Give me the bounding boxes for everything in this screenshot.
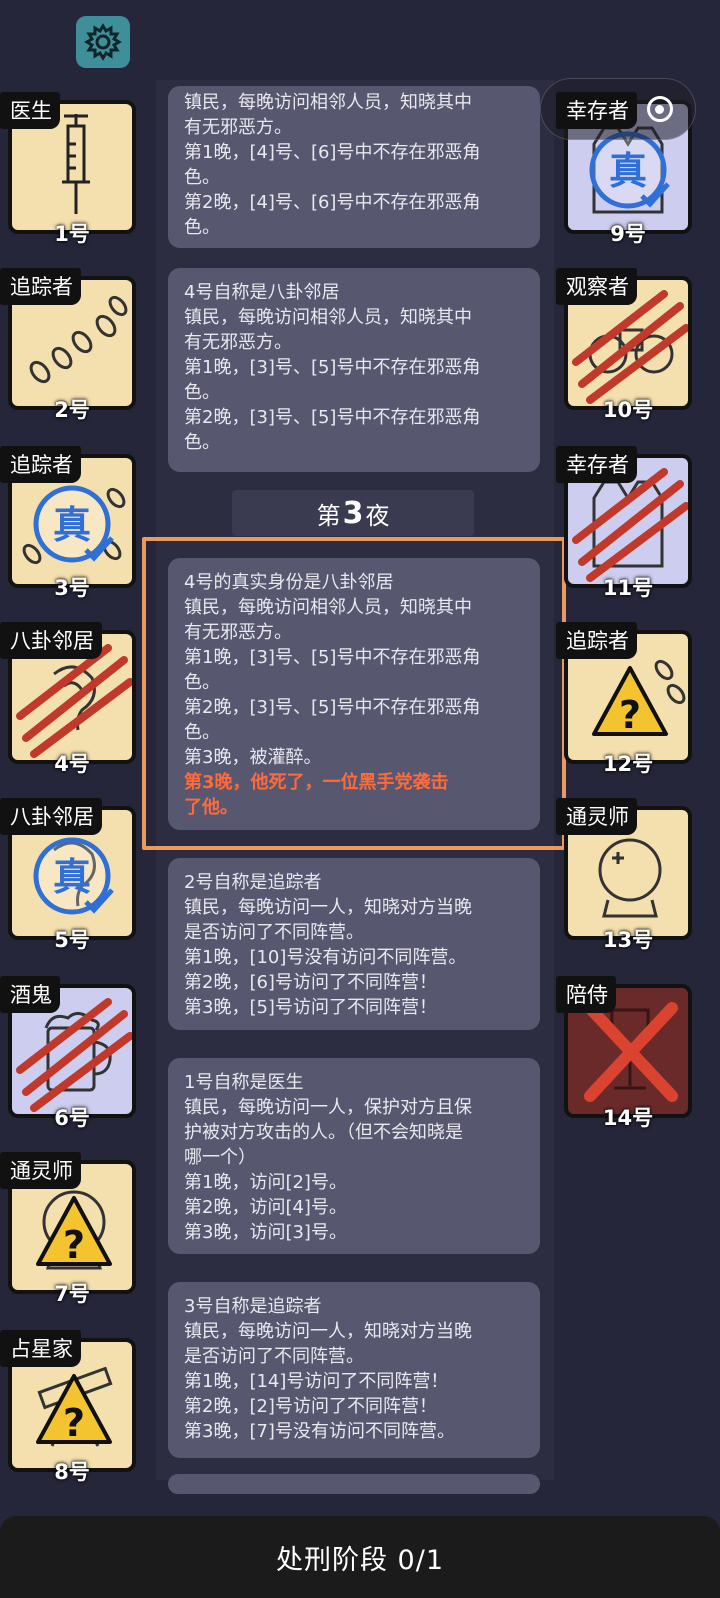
- log-line: 镇民，每晚访问相邻人员，知晓其中: [184, 307, 472, 328]
- log-line: 第1晚，[3]号、[5]号中不存在邪恶角: [184, 357, 481, 378]
- log-line: 第2晚，[2]号访问了不同阵营！: [184, 1396, 437, 1417]
- player-card-2[interactable]: 追踪者 2号: [0, 268, 138, 422]
- role-label: 观察者: [556, 268, 637, 305]
- log-entry: 镇民，每晚访问相邻人员，知晓其中 有无邪恶方。 第1晚，[4]号、[6]号中不存…: [168, 86, 540, 248]
- log-line: 第2晚，访问[4]号。: [184, 1197, 347, 1218]
- record-icon[interactable]: [646, 96, 673, 122]
- svg-text:真: 真: [609, 149, 647, 193]
- role-label: 幸存者: [556, 92, 637, 129]
- player-card-11[interactable]: 幸存者 11号: [556, 446, 694, 600]
- player-card-4[interactable]: 八卦邻居 4号: [0, 622, 138, 776]
- log-line: 色。: [184, 217, 220, 238]
- log-line: 镇民，每晚访问一人，知晓对方当晚: [184, 897, 472, 918]
- player-number: 4号: [54, 752, 90, 776]
- execution-phase-label: 处刑阶段 0/1: [275, 1544, 445, 1576]
- log-line: 镇民，每晚访问相邻人员，知晓其中: [184, 92, 472, 113]
- player-number: 13号: [602, 928, 654, 952]
- log-entry: 2号自称是追踪者 镇民，每晚访问一人，知晓对方当晚 是否访问了不同阵营。 第1晚…: [168, 858, 540, 1030]
- player-card-1[interactable]: 医生 1号: [0, 92, 138, 246]
- log-line: 4号自称是八卦邻居: [184, 282, 340, 303]
- player-number: 10号: [602, 398, 654, 422]
- log-entry: [168, 1474, 540, 1494]
- role-label: 酒鬼: [0, 976, 60, 1013]
- role-label: 医生: [0, 92, 60, 129]
- player-number: 3号: [54, 576, 90, 600]
- player-number: 12号: [602, 752, 654, 776]
- role-label: 陪侍: [556, 976, 616, 1013]
- log-line: 第2晚，[4]号、[6]号中不存在邪恶角: [184, 192, 481, 213]
- player-number: 14号: [602, 1106, 654, 1130]
- log-line: 第1晚，[10]号没有访问不同阵营。: [184, 947, 467, 968]
- log-line: 是否访问了不同阵营。: [184, 1346, 364, 1367]
- log-line: 第1晚，访问[2]号。: [184, 1172, 347, 1193]
- night-header: 第3夜: [232, 490, 474, 536]
- player-number: 5号: [54, 928, 90, 952]
- log-line: 有无邪恶方。: [184, 332, 292, 353]
- player-card-12[interactable]: ? 追踪者 12号: [556, 622, 694, 776]
- svg-text:?: ?: [619, 693, 641, 737]
- log-entry: 3号自称是追踪者 镇民，每晚访问一人，知晓对方当晚 是否访问了不同阵营。 第1晚…: [168, 1282, 540, 1458]
- role-label: 追踪者: [0, 446, 81, 483]
- log-line: 第2晚，[6]号访问了不同阵营！: [184, 972, 437, 993]
- player-card-13[interactable]: 通灵师 13号: [556, 798, 694, 952]
- log-line: 第3晚，[7]号没有访问不同阵营。: [184, 1421, 455, 1442]
- svg-text:?: ?: [63, 1401, 85, 1445]
- log-line: 色。: [184, 167, 220, 188]
- log-line: 第3晚，[5]号访问了不同阵营！: [184, 997, 437, 1018]
- role-label: 通灵师: [556, 798, 637, 835]
- log-line: 第1晚，[4]号、[6]号中不存在邪恶角: [184, 142, 481, 163]
- svg-text:?: ?: [63, 1223, 85, 1267]
- gear-icon: [84, 23, 122, 61]
- player-number: 2号: [54, 398, 90, 422]
- log-line: 2号自称是追踪者: [184, 872, 322, 893]
- role-label: 八卦邻居: [0, 798, 102, 835]
- log-line: 3号自称是追踪者: [184, 1296, 322, 1317]
- log-line: 镇民，每晚访问一人，保护对方且保: [184, 1097, 472, 1118]
- role-label: 八卦邻居: [0, 622, 102, 659]
- player-card-10[interactable]: 观察者 10号: [556, 268, 694, 422]
- log-entry: 1号自称是医生 镇民，每晚访问一人，保护对方且保 护被对方攻击的人。（但不会知晓…: [168, 1058, 540, 1254]
- log-line: 护被对方攻击的人。（但不会知晓是: [184, 1122, 463, 1143]
- player-card-8[interactable]: ? 占星家 8号: [0, 1330, 138, 1484]
- role-label: 通灵师: [0, 1152, 81, 1189]
- highlight-frame: [142, 537, 566, 850]
- settings-button[interactable]: [76, 16, 130, 68]
- role-label: 追踪者: [0, 268, 81, 305]
- log-line: 哪一个）: [184, 1147, 256, 1168]
- role-label: 幸存者: [556, 446, 637, 483]
- player-number: 11号: [602, 576, 654, 600]
- execution-phase-bar[interactable]: 处刑阶段 0/1: [0, 1516, 720, 1598]
- log-line: 是否访问了不同阵营。: [184, 922, 364, 943]
- player-card-14[interactable]: 陪侍 14号: [556, 976, 694, 1130]
- log-line: 色。: [184, 432, 220, 453]
- player-card-6[interactable]: 酒鬼 6号: [0, 976, 138, 1130]
- log-line: 色。: [184, 382, 220, 403]
- player-card-7[interactable]: ? 通灵师 7号: [0, 1152, 138, 1306]
- player-number: 1号: [54, 222, 90, 246]
- player-number: 7号: [54, 1282, 90, 1306]
- log-line: 有无邪恶方。: [184, 117, 292, 138]
- player-number: 9号: [610, 222, 646, 246]
- log-entry: 4号自称是八卦邻居 镇民，每晚访问相邻人员，知晓其中 有无邪恶方。 第1晚，[3…: [168, 268, 540, 472]
- night-number: 3: [342, 495, 364, 531]
- log-line: 镇民，每晚访问一人，知晓对方当晚: [184, 1321, 472, 1342]
- svg-text:真: 真: [53, 855, 91, 899]
- player-number: 6号: [54, 1106, 90, 1130]
- player-card-5[interactable]: 真 八卦邻居 5号: [0, 798, 138, 952]
- player-card-3[interactable]: 真 追踪者 3号: [0, 446, 138, 600]
- role-label: 追踪者: [556, 622, 637, 659]
- role-label: 占星家: [0, 1330, 81, 1367]
- player-number: 8号: [54, 1460, 90, 1484]
- log-line: 第3晚，访问[3]号。: [184, 1222, 347, 1243]
- log-line: 1号自称是医生: [184, 1072, 304, 1093]
- log-line: 第2晚，[3]号、[5]号中不存在邪恶角: [184, 407, 481, 428]
- svg-text:真: 真: [53, 503, 91, 547]
- log-line: 第1晚，[14]号访问了不同阵营！: [184, 1371, 449, 1392]
